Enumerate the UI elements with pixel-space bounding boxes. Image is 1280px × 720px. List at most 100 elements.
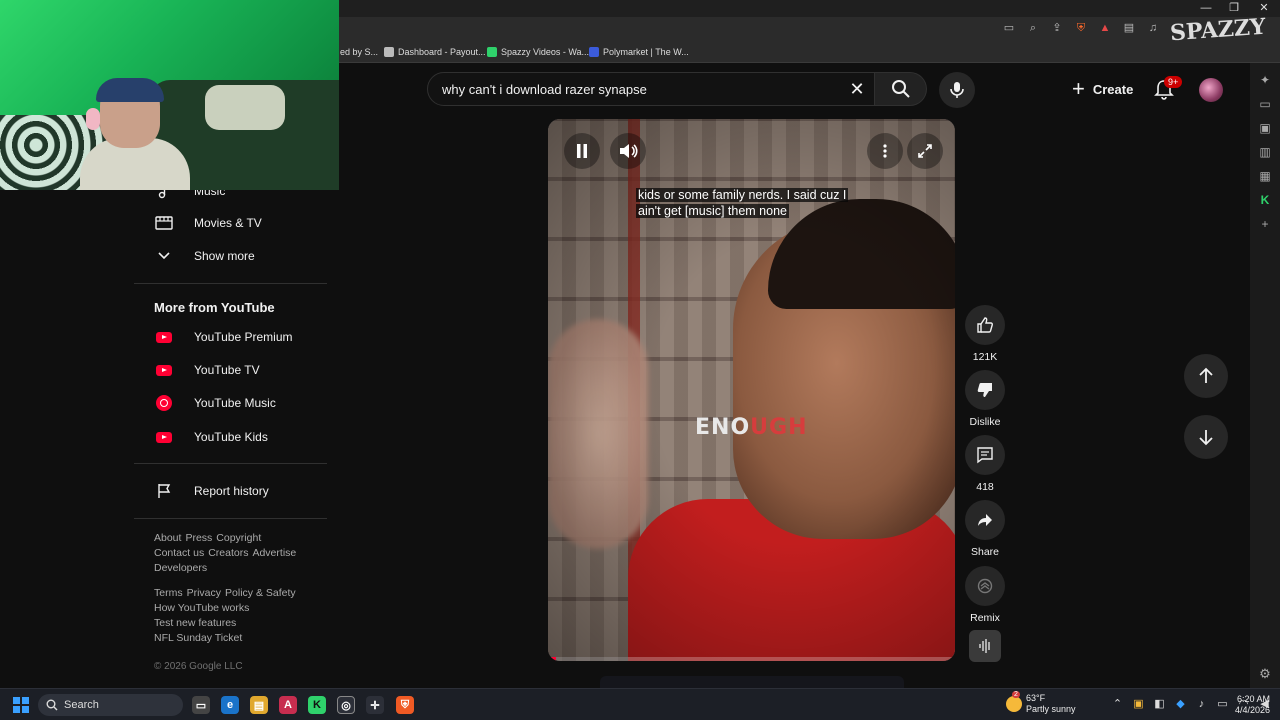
bookmark-item[interactable]: Polymarket | The W... <box>589 45 689 59</box>
bookmark-item[interactable]: Spazzy Videos - Wa... <box>487 45 589 59</box>
dislike-action: Dislike <box>965 370 1005 428</box>
search-box[interactable]: why can't i download razer synapse ✕ <box>427 72 875 106</box>
youtube-tv-icon <box>156 364 172 376</box>
sidebar-reading-icon[interactable]: ▦ <box>1258 169 1272 183</box>
comments-button[interactable] <box>965 435 1005 475</box>
footer-link[interactable]: NFL Sunday Ticket <box>154 632 242 644</box>
sidebar-item-youtube-kids[interactable]: YouTube Kids <box>134 421 326 453</box>
minimize-icon[interactable]: — <box>1192 0 1220 17</box>
bookmark-item[interactable]: ed by S... <box>340 45 378 59</box>
pause-button[interactable] <box>564 133 600 169</box>
sidebar-item-youtube-music[interactable]: YouTube Music <box>134 387 326 419</box>
previous-short-button[interactable] <box>1184 354 1228 398</box>
task-view-icon[interactable]: ▭ <box>192 696 210 714</box>
sound-source-button[interactable] <box>969 630 1001 662</box>
arrow-up-icon <box>1199 367 1213 383</box>
comments-action: 418 <box>965 435 1005 493</box>
footer-link[interactable]: Terms <box>154 587 183 599</box>
footer-link[interactable]: Privacy <box>187 587 221 599</box>
footer-link[interactable]: Copyright <box>216 532 261 544</box>
brave-rewards-icon[interactable]: ▲ <box>1098 21 1112 35</box>
search-button[interactable] <box>875 72 927 106</box>
sidebar-add-icon[interactable]: + <box>1258 217 1272 231</box>
taskbar-clock[interactable]: 6:20 AM 4/4/2026 <box>1228 694 1270 716</box>
next-short-button[interactable] <box>1184 415 1228 459</box>
footer-link[interactable]: How YouTube works <box>154 602 249 614</box>
chevron-up-icon[interactable]: ⌃ <box>1110 697 1125 712</box>
file-explorer-icon[interactable]: ▤ <box>250 696 268 714</box>
create-button[interactable]: + Create <box>1062 73 1143 105</box>
sidebar-tv-icon[interactable]: ▭ <box>1258 97 1272 111</box>
more-options-button[interactable] <box>867 133 903 169</box>
footer-link[interactable]: Developers <box>154 562 207 574</box>
media-icon[interactable]: ♫ <box>1146 21 1160 35</box>
caption-line: ain't get [music] them none <box>636 204 789 218</box>
share-page-icon[interactable]: ⇪ <box>1050 21 1064 35</box>
footer-link[interactable]: About <box>154 532 181 544</box>
sidebar-wallet-icon[interactable]: ▣ <box>1258 121 1272 135</box>
sidebar-item-report-history[interactable]: Report history <box>134 475 326 507</box>
windows-taskbar: Search ▭ e ▤ A K ◎ ✛ ⛨ 2 63°F Partly sun… <box>0 688 1280 720</box>
bookmark-item[interactable]: Dashboard - Payout... <box>384 45 486 59</box>
like-button[interactable] <box>965 305 1005 345</box>
weather-widget[interactable]: 2 63°F Partly sunny <box>1006 691 1076 715</box>
remix-icon <box>977 578 993 594</box>
shorts-video-player[interactable]: kids or some family nerds. I said cuz I … <box>548 119 955 661</box>
share-label: Share <box>970 546 1000 558</box>
cast-icon[interactable]: ▭ <box>1002 21 1016 35</box>
video-progress-fill <box>548 657 557 661</box>
voice-search-button[interactable] <box>939 72 975 108</box>
sidebar-item-youtube-premium[interactable]: YouTube Premium <box>134 321 326 353</box>
video-progress-bar[interactable] <box>548 657 955 661</box>
capture-app-icon[interactable]: ✛ <box>366 696 384 714</box>
brave-shield-icon[interactable]: ⛨ <box>1074 21 1088 35</box>
search-icon <box>891 80 910 98</box>
sidebar-divider <box>134 283 327 284</box>
sidebar-kick-icon[interactable]: K <box>1258 193 1272 207</box>
more-from-youtube-heading: More from YouTube <box>154 300 275 315</box>
volume-button[interactable] <box>610 133 646 169</box>
dislike-button[interactable] <box>965 370 1005 410</box>
youtube-music-icon <box>156 395 172 411</box>
footer-link[interactable]: Creators <box>208 547 248 559</box>
next-short-preview[interactable] <box>600 676 904 688</box>
taskbar-search-box[interactable]: Search <box>38 694 183 716</box>
microphone-icon[interactable]: ♪ <box>1194 697 1209 712</box>
youtube-kids-icon <box>156 431 172 443</box>
footer-link[interactable]: Advertise <box>252 547 296 559</box>
footer-link[interactable]: Press <box>185 532 212 544</box>
footer-links-group-1: About Press Copyright Contact us Creators Ad… <box>154 531 324 576</box>
footer-link[interactable]: Policy & Safety <box>225 587 296 599</box>
sidebar-toggle-icon[interactable]: ▤ <box>1122 21 1136 35</box>
sidebar-bookmark-icon[interactable]: ▥ <box>1258 145 1272 159</box>
show-more-button[interactable]: Show more <box>134 240 326 272</box>
share-button[interactable] <box>965 500 1005 540</box>
clock-time: 6:20 AM <box>1236 694 1270 704</box>
clear-search-icon[interactable]: ✕ <box>846 78 868 100</box>
windows-start-icon[interactable] <box>13 697 29 713</box>
footer-link[interactable]: Contact us <box>154 547 204 559</box>
sidebar-item-label: Report history <box>194 484 269 498</box>
brave-browser-icon[interactable]: ⛨ <box>396 696 414 714</box>
fullscreen-button[interactable] <box>907 133 943 169</box>
comment-count: 418 <box>976 481 994 493</box>
search-input[interactable]: why can't i download razer synapse <box>442 82 647 97</box>
kick-app-icon[interactable]: K <box>308 696 326 714</box>
sidebar-item-movies-tv[interactable]: Movies & TV <box>134 207 326 239</box>
account-avatar[interactable] <box>1199 78 1223 102</box>
zoom-icon[interactable]: ⌕ <box>1026 21 1040 35</box>
tray-app-icon[interactable]: ◧ <box>1152 697 1167 712</box>
edge-browser-icon[interactable]: e <box>221 696 239 714</box>
remix-button[interactable] <box>965 566 1005 606</box>
footer-link[interactable]: Test new features <box>154 617 236 629</box>
sidebar-item-youtube-tv[interactable]: YouTube TV <box>134 354 326 386</box>
acrobat-icon[interactable]: A <box>279 696 297 714</box>
sidebar-pin-icon[interactable]: ✦ <box>1258 73 1272 87</box>
thumbs-up-icon <box>977 317 993 333</box>
sidebar-divider <box>134 518 327 519</box>
plus-icon: + <box>1072 76 1085 101</box>
obs-app-icon[interactable]: ◎ <box>337 696 355 714</box>
tray-app-icon[interactable]: ◆ <box>1173 697 1188 712</box>
tray-app-icon[interactable]: ▣ <box>1131 697 1146 712</box>
settings-gear-icon[interactable]: ⚙ <box>1257 666 1273 682</box>
